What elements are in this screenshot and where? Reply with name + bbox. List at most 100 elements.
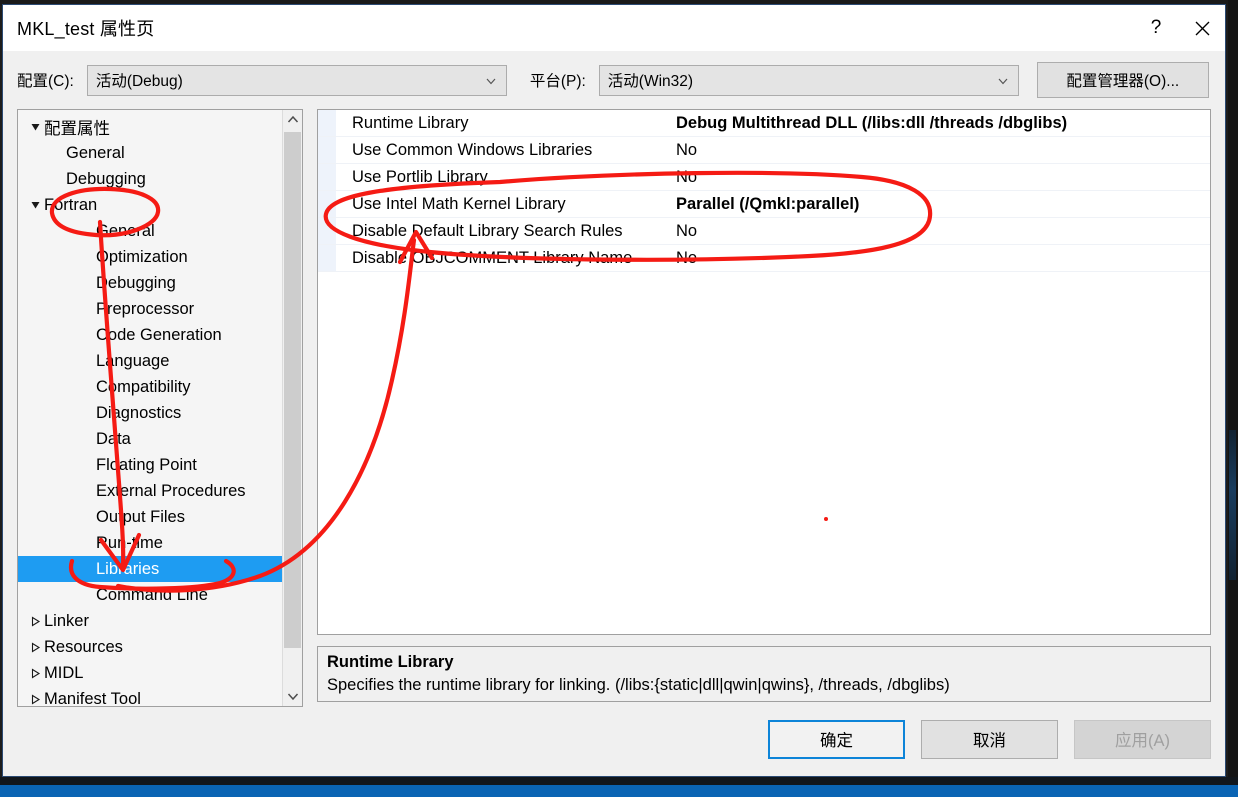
tree-item-label: General bbox=[66, 143, 125, 162]
tree-item-output-files[interactable]: Output Files bbox=[18, 504, 284, 530]
platform-combobox-value: 活动(Win32) bbox=[607, 73, 694, 90]
property-row[interactable]: Disable OBJCOMMENT Library Name No bbox=[318, 245, 1210, 272]
property-row[interactable]: Use Intel Math Kernel Library Parallel (/… bbox=[318, 191, 1210, 218]
dialog-title: MKL_test 属性页 bbox=[17, 19, 155, 39]
tree-item-label: 配置属性 bbox=[44, 120, 110, 138]
background-bottom-edge bbox=[0, 777, 1238, 785]
property-value[interactable]: No bbox=[676, 222, 1210, 241]
property-row[interactable]: Disable Default Library Search Rules No bbox=[318, 218, 1210, 245]
configuration-label: 配置(C): bbox=[17, 73, 74, 90]
expander-collapsed-icon[interactable] bbox=[26, 694, 44, 705]
property-row[interactable]: Use Common Windows Libraries No bbox=[318, 137, 1210, 164]
close-icon[interactable] bbox=[1179, 5, 1225, 51]
tree-item-label: Fortran bbox=[44, 195, 98, 214]
right-column: Runtime Library Debug Multithread DLL (/l… bbox=[317, 109, 1211, 702]
tree-item-label: Manifest Tool bbox=[44, 689, 141, 707]
property-value[interactable]: Parallel (/Qmkl:parallel) bbox=[676, 195, 1210, 214]
description-text: Specifies the runtime library for linkin… bbox=[327, 676, 950, 694]
title-bar-buttons: ? bbox=[1133, 5, 1225, 51]
tree-item-external-procedures[interactable]: External Procedures bbox=[18, 478, 284, 504]
tree-item-label: Code Generation bbox=[96, 325, 222, 344]
tree-item-midl[interactable]: MIDL bbox=[18, 660, 284, 686]
tree-scrollbar-thumb[interactable] bbox=[284, 132, 301, 648]
apply-button[interactable]: 应用(A) bbox=[1074, 719, 1211, 759]
property-value[interactable]: No bbox=[676, 168, 1210, 187]
expander-expanded-icon[interactable] bbox=[26, 122, 44, 133]
property-row-gutter bbox=[318, 137, 336, 163]
tree-item--[interactable]: 配置属性 bbox=[18, 114, 284, 140]
tree-item-code-generation[interactable]: Code Generation bbox=[18, 322, 284, 348]
property-name: Use Intel Math Kernel Library bbox=[352, 194, 566, 213]
title-bar: MKL_test 属性页 ? bbox=[3, 5, 1225, 51]
tree-item-label: Run-time bbox=[96, 533, 163, 552]
property-row-gutter bbox=[318, 218, 336, 244]
tree-item-label: Preprocessor bbox=[96, 299, 195, 318]
tree-item-fortran[interactable]: Fortran bbox=[18, 192, 284, 218]
taskbar-strip bbox=[0, 785, 1238, 797]
tree-item-preprocessor[interactable]: Preprocessor bbox=[18, 296, 284, 322]
property-value[interactable]: No bbox=[676, 141, 1210, 160]
property-row[interactable]: Use Portlib Library No bbox=[318, 164, 1210, 191]
tree-item-resources[interactable]: Resources bbox=[18, 634, 284, 660]
cancel-button[interactable]: 取消 bbox=[921, 719, 1058, 759]
expander-collapsed-icon[interactable] bbox=[26, 616, 44, 627]
background-window-accent bbox=[1229, 430, 1236, 580]
dialog-footer: 确定 取消 应用(A) bbox=[3, 702, 1225, 776]
property-row-gutter bbox=[318, 191, 336, 217]
property-name: Runtime Library bbox=[352, 113, 469, 132]
configuration-bar: 配置(C): 活动(Debug) 平台(P): 活动(Win32) 配置管理器(… bbox=[3, 51, 1225, 109]
tree-item-compatibility[interactable]: Compatibility bbox=[18, 374, 284, 400]
tree-item-data[interactable]: Data bbox=[18, 426, 284, 452]
tree-item-language[interactable]: Language bbox=[18, 348, 284, 374]
expander-collapsed-icon[interactable] bbox=[26, 642, 44, 653]
scroll-down-icon[interactable] bbox=[283, 687, 302, 706]
tree-item-optimization[interactable]: Optimization bbox=[18, 244, 284, 270]
description-pane: Runtime Library Specifies the runtime li… bbox=[317, 646, 1211, 702]
expander-collapsed-icon[interactable] bbox=[26, 668, 44, 679]
description-title: Runtime Library bbox=[327, 653, 454, 671]
ok-button[interactable]: 确定 bbox=[768, 719, 905, 759]
property-value[interactable]: Debug Multithread DLL (/libs:dll /thread… bbox=[676, 114, 1210, 133]
annotation-dot bbox=[824, 517, 828, 521]
configuration-tree-list: 配置属性 General Debugging Fortran General Optimi… bbox=[18, 110, 302, 707]
tree-item-label: Compatibility bbox=[96, 377, 191, 396]
background-window-behind bbox=[1228, 0, 1238, 797]
configuration-manager-button[interactable]: 配置管理器(O)... bbox=[1036, 62, 1209, 98]
property-row[interactable]: Runtime Library Debug Multithread DLL (/l… bbox=[318, 110, 1210, 137]
tree-item-label: Command Line bbox=[96, 585, 208, 604]
tree-item-diagnostics[interactable]: Diagnostics bbox=[18, 400, 284, 426]
configuration-combobox-value: 活动(Debug) bbox=[95, 73, 183, 90]
platform-combobox[interactable]: 活动(Win32) bbox=[598, 64, 1019, 96]
property-grid: Runtime Library Debug Multithread DLL (/l… bbox=[317, 109, 1211, 635]
tree-item-linker[interactable]: Linker bbox=[18, 608, 284, 634]
screen: MKL_test 属性页 ? 配置(C): 活动(Debug) 平台(P): 活… bbox=[0, 0, 1238, 797]
tree-item-label: External Procedures bbox=[96, 481, 246, 500]
scroll-up-icon[interactable] bbox=[283, 110, 302, 129]
tree-item-label: Floating Point bbox=[96, 455, 197, 474]
expander-expanded-icon[interactable] bbox=[26, 200, 44, 211]
property-row-gutter bbox=[318, 110, 336, 136]
tree-item-run-time[interactable]: Run-time bbox=[18, 530, 284, 556]
tree-item-debugging[interactable]: Debugging bbox=[18, 270, 284, 296]
tree-item-debugging[interactable]: Debugging bbox=[18, 166, 284, 192]
tree-item-label: Data bbox=[96, 429, 131, 448]
property-row-gutter bbox=[318, 245, 336, 271]
tree-item-general[interactable]: General bbox=[18, 218, 284, 244]
configuration-combobox[interactable]: 活动(Debug) bbox=[86, 64, 507, 96]
property-row-gutter bbox=[318, 164, 336, 190]
tree-item-label: Linker bbox=[44, 611, 89, 630]
tree-item-label: Resources bbox=[44, 637, 123, 656]
property-pages-dialog: MKL_test 属性页 ? 配置(C): 活动(Debug) 平台(P): 活… bbox=[2, 4, 1226, 777]
tree-scrollbar[interactable] bbox=[282, 110, 302, 706]
property-value[interactable]: No bbox=[676, 249, 1210, 268]
tree-item-label: Debugging bbox=[96, 273, 176, 292]
property-name: Disable Default Library Search Rules bbox=[352, 221, 623, 240]
dialog-body: 配置属性 General Debugging Fortran General Optimi… bbox=[3, 109, 1225, 707]
tree-item-manifest-tool[interactable]: Manifest Tool bbox=[18, 686, 284, 707]
property-name: Use Common Windows Libraries bbox=[352, 140, 593, 159]
tree-item-libraries[interactable]: Libraries bbox=[18, 556, 302, 582]
help-icon[interactable]: ? bbox=[1133, 5, 1179, 51]
tree-item-floating-point[interactable]: Floating Point bbox=[18, 452, 284, 478]
tree-item-general[interactable]: General bbox=[18, 140, 284, 166]
tree-item-command-line[interactable]: Command Line bbox=[18, 582, 284, 608]
